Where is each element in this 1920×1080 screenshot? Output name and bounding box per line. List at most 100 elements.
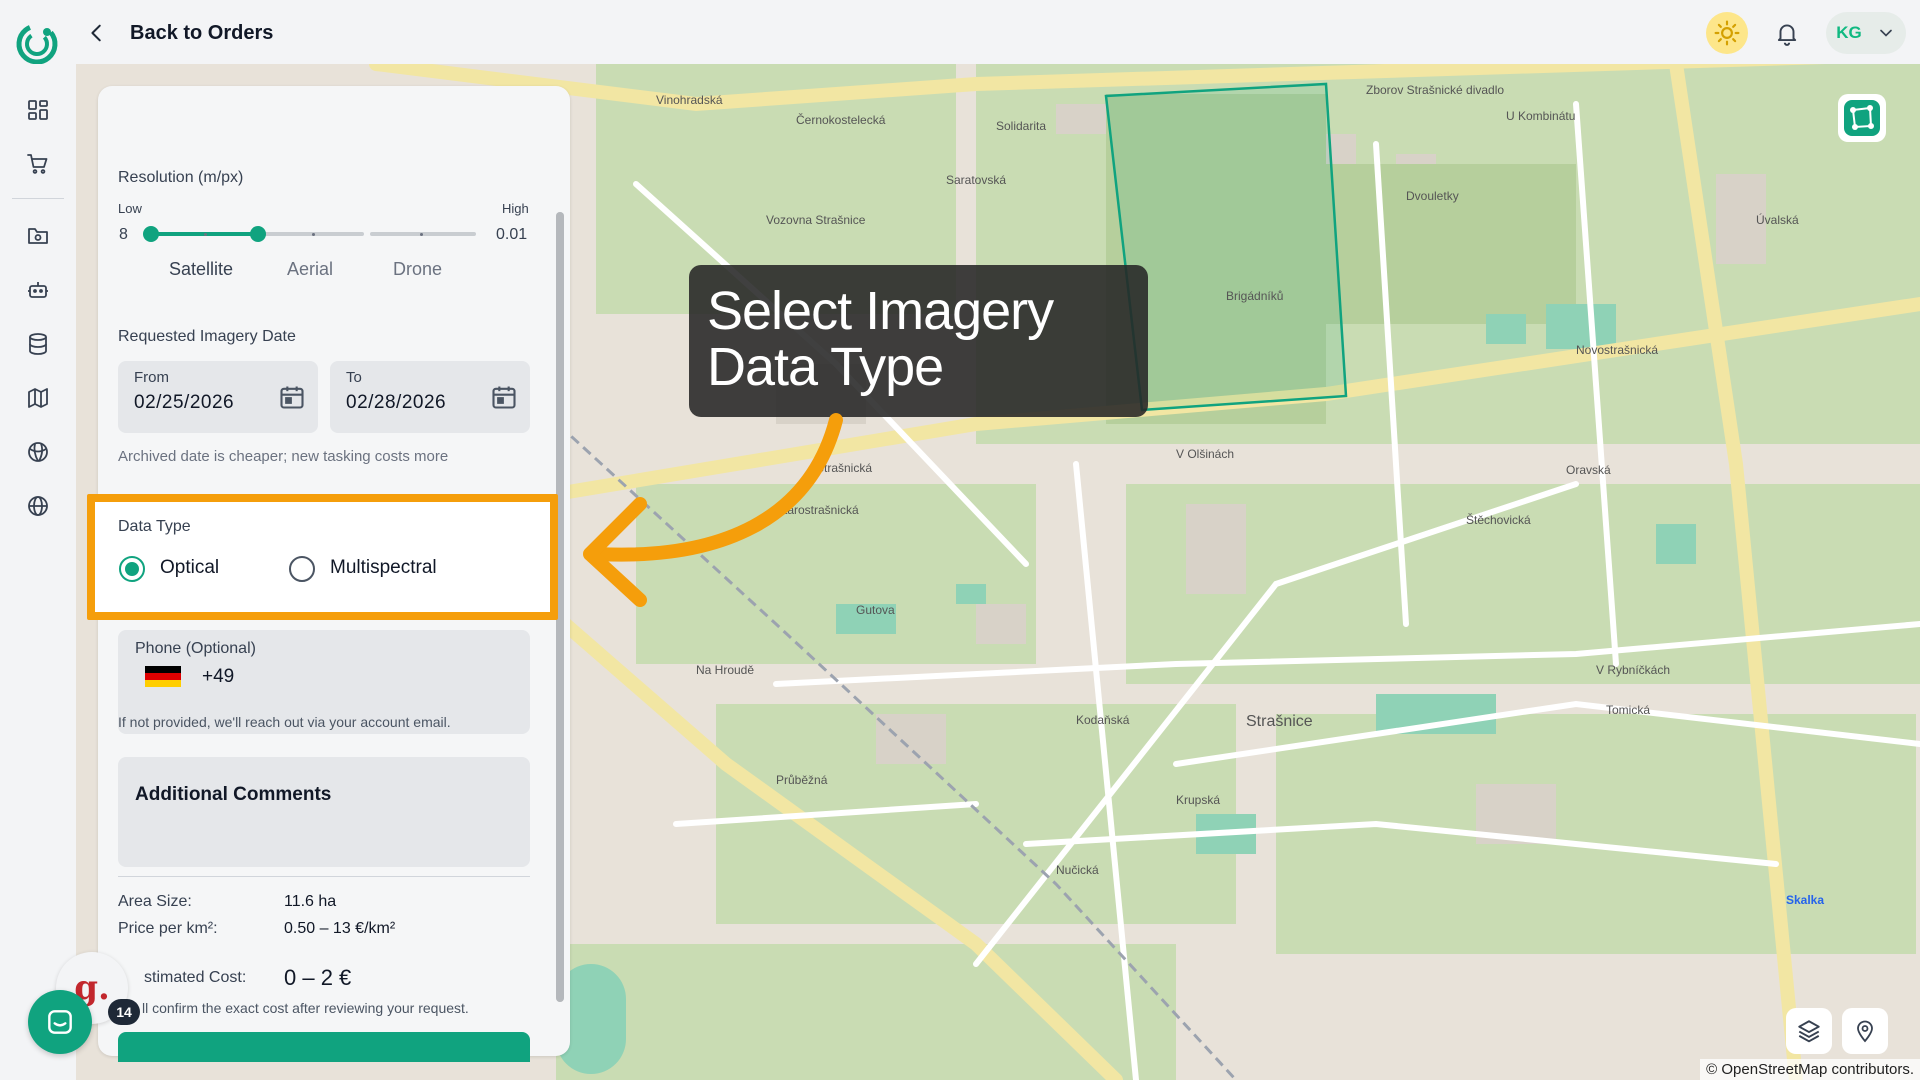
estimated-cost-value: 0 – 2 € (284, 965, 352, 990)
nav-divider (12, 198, 64, 199)
resolution-option-drone[interactable]: Drone (393, 259, 442, 280)
map-label: Na Hroudě (696, 663, 754, 677)
map-label: Saratovská (946, 173, 1006, 187)
location-button[interactable] (1842, 1008, 1888, 1054)
theme-toggle-button[interactable] (1706, 12, 1748, 54)
phone-hint: If not provided, we'll reach out via you… (118, 714, 451, 730)
submit-order-button[interactable] (118, 1032, 530, 1062)
avatar: KG (1836, 23, 1862, 42)
map-attribution[interactable]: © OpenStreetMap contributors. (1700, 1059, 1920, 1080)
slider-thumb-low[interactable] (143, 226, 159, 242)
nav-data[interactable] (22, 328, 54, 360)
dashboard-icon (28, 100, 48, 120)
map-label: U Kombinátu (1506, 109, 1575, 123)
resolution-low-label: Low (118, 201, 142, 216)
back-to-orders-button[interactable]: Back to Orders (86, 14, 273, 52)
nav-dashboard[interactable] (22, 94, 54, 126)
map-label: Vinohradská (656, 93, 723, 107)
germany-flag-icon[interactable] (145, 666, 181, 687)
guide-tooltip: Select Imagery Data Type (689, 265, 1148, 417)
notifications-button[interactable] (1766, 12, 1808, 54)
map-label: Černokostelecká (796, 112, 886, 127)
radio-optical-label[interactable]: Optical (160, 557, 219, 579)
map-label: Gutova (856, 603, 895, 617)
radio-multispectral[interactable] (289, 556, 315, 582)
nav-global[interactable] (22, 490, 54, 522)
resolution-option-aerial[interactable]: Aerial (287, 259, 333, 280)
resolution-high-label: High (502, 201, 529, 216)
data-type-highlight (87, 494, 558, 620)
chevron-down-icon (1880, 29, 1892, 37)
app-logo-icon[interactable] (14, 21, 60, 67)
area-size-label: Area Size: (118, 893, 192, 910)
sun-icon (1714, 20, 1740, 46)
nav-maps[interactable] (22, 382, 54, 414)
nav-orders[interactable] (22, 148, 54, 180)
left-navigation (0, 64, 76, 1080)
map-label: Vozovna Strašnice (766, 213, 866, 227)
date-from-field[interactable]: From 02/25/2026 (118, 361, 318, 433)
resolution-label: Resolution (m/px) (118, 169, 244, 186)
help-chat-button[interactable] (28, 990, 92, 1054)
price-per-km-label: Price per km²: (118, 920, 218, 937)
nav-analytics[interactable] (22, 436, 54, 468)
slider-track-segment (370, 232, 476, 236)
location-pin-icon (1857, 1020, 1873, 1043)
map-label: Strašnice (1246, 713, 1313, 730)
estimated-cost-hint: ll confirm the exact cost after reviewin… (142, 1000, 469, 1016)
resolution-option-satellite[interactable]: Satellite (169, 259, 233, 280)
date-to-label: To (346, 369, 362, 386)
map-label: Solidarita (996, 119, 1046, 133)
estimated-cost-label: stimated Cost: (144, 969, 247, 986)
imagery-date-label: Requested Imagery Date (118, 328, 296, 345)
map-label: Krupská (1176, 793, 1220, 807)
map-label: Zborov Strašnické divadlo (1366, 83, 1504, 97)
calendar-icon[interactable] (490, 383, 518, 411)
date-from-label: From (134, 369, 169, 386)
map-label: Novostrašnická (1576, 343, 1658, 357)
phone-label: Phone (Optional) (135, 640, 256, 657)
slider-thumb-high[interactable] (250, 226, 266, 242)
chevron-left-icon (91, 24, 101, 42)
tooltip-line-2: Data Type (707, 337, 944, 397)
help-notification-badge: 14 (108, 999, 140, 1025)
additional-comments-label: Additional Comments (135, 784, 332, 805)
summary-divider (118, 876, 530, 877)
map-label: Oravská (1566, 463, 1611, 477)
map-label: Štěchovická (1466, 512, 1531, 527)
robot-icon (28, 282, 48, 298)
resolution-low-value: 8 (119, 226, 128, 243)
user-menu-button[interactable]: KG (1826, 12, 1906, 54)
area-size-value: 11.6 ha (284, 893, 337, 910)
nav-projects[interactable] (22, 220, 54, 252)
calendar-icon[interactable] (278, 383, 306, 411)
resolution-high-value: 0.01 (496, 226, 528, 243)
layers-button[interactable] (1786, 1008, 1832, 1054)
data-type-label: Data Type (118, 518, 191, 535)
price-per-km-value: 0.50 – 13 €/km² (284, 920, 396, 937)
folder-icon (28, 228, 48, 244)
map-label: Nučická (1056, 863, 1099, 877)
additional-comments-field[interactable] (118, 757, 530, 867)
slider-tick (420, 233, 423, 236)
bell-icon (1777, 24, 1797, 46)
radio-multispectral-label[interactable]: Multispectral (330, 557, 437, 579)
draw-polygon-button[interactable] (1838, 94, 1886, 142)
top-bar: Back to Orders KG (0, 0, 1920, 67)
map-icon (28, 388, 48, 408)
map-label: Tomická (1606, 703, 1650, 717)
back-to-orders-label: Back to Orders (130, 21, 274, 44)
map-label: V Rybníčkách (1596, 663, 1670, 677)
date-from-value: 02/25/2026 (134, 392, 235, 413)
radio-optical[interactable] (119, 556, 145, 582)
nav-robots[interactable] (22, 274, 54, 306)
date-to-field[interactable]: To 02/28/2026 (330, 361, 530, 433)
globe-icon (28, 496, 48, 516)
phone-prefix[interactable]: +49 (202, 666, 234, 688)
database-icon (29, 333, 47, 355)
map-label: Brigádníků (1226, 289, 1283, 303)
globe-grid-icon (28, 442, 48, 462)
imagery-date-hint: Archived date is cheaper; new tasking co… (118, 448, 449, 465)
chat-icon (48, 1010, 72, 1034)
guide-arrow (583, 413, 843, 607)
